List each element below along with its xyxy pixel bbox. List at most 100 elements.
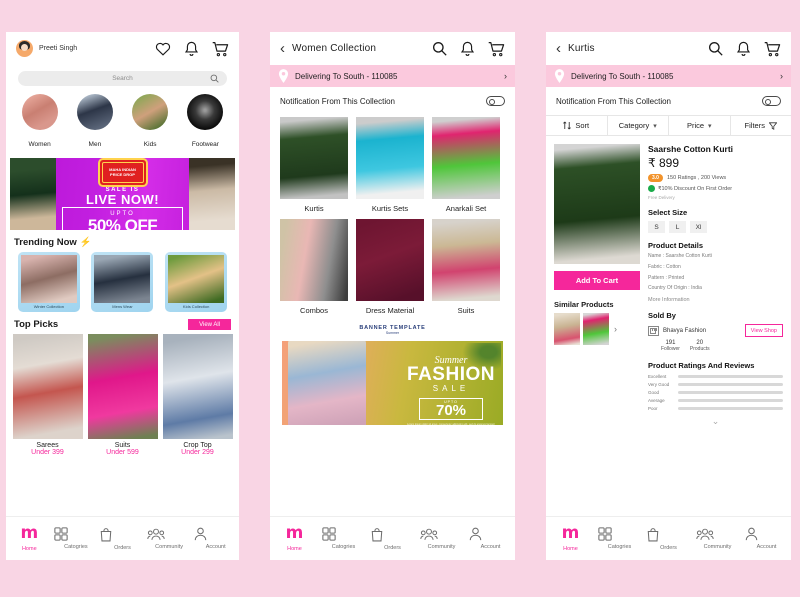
back-icon[interactable]: ‹ — [280, 41, 292, 56]
back-icon[interactable]: ‹ — [556, 41, 568, 56]
rating-track — [678, 391, 783, 394]
product-image — [162, 334, 233, 439]
rating-row-very-good: Very Good — [648, 382, 783, 387]
section-title-top-picks: Top Picks — [14, 319, 59, 330]
category-label: Footwear — [191, 141, 219, 148]
nav-item-community[interactable]: Community — [147, 528, 191, 550]
rating-row-excellent: Excellent — [648, 374, 783, 379]
chevron-down-icon[interactable]: ⌄ — [648, 416, 783, 427]
search-icon[interactable] — [708, 41, 723, 56]
product-card[interactable]: Sarees Under 399 — [12, 334, 83, 456]
bell-icon[interactable] — [460, 40, 475, 57]
cart-icon[interactable] — [764, 41, 781, 57]
collection-item-suits[interactable]: Suits — [432, 219, 500, 315]
nav-item-home[interactable]: m Home — [273, 525, 317, 553]
notification-label: Notification From This Collection — [280, 96, 396, 106]
category-item-footwear[interactable]: Footwear — [182, 94, 228, 151]
trending-image — [168, 255, 225, 303]
product-detail-fabric: Fabric : Cotton — [648, 263, 681, 270]
product-card[interactable]: Suits Under 599 — [87, 334, 158, 456]
nav-item-account[interactable]: Account — [745, 527, 789, 550]
size-option-s[interactable]: S — [648, 221, 665, 233]
view-shop-button[interactable]: View Shop — [744, 324, 783, 337]
price-dropdown[interactable]: Price ▾ — [669, 116, 731, 135]
category-image — [187, 94, 224, 130]
cart-icon[interactable] — [212, 41, 229, 57]
category-item-kids[interactable]: Kids — [127, 94, 173, 151]
size-options: S L Xl — [648, 221, 783, 233]
screens-container: Preeti Singh Search Women Men Kids Footw… — [0, 0, 800, 597]
similar-product-thumb[interactable] — [583, 313, 609, 345]
delivery-bar[interactable]: Delivering To South - 110085 › — [546, 65, 791, 87]
nav-item-categories[interactable]: Catogries — [54, 527, 98, 550]
collection-item-combos[interactable]: Combos — [280, 219, 348, 315]
banner-offer-box: UPTO 70% — [419, 398, 483, 421]
category-item-men[interactable]: Men — [72, 94, 118, 151]
banner-line3: SALE — [432, 384, 470, 394]
nav-item-community[interactable]: Community — [419, 528, 464, 550]
delivery-bar[interactable]: Delivering To South - 110085 › — [270, 65, 515, 87]
product-main-image[interactable] — [554, 144, 640, 264]
search-input[interactable]: Search — [18, 71, 227, 86]
nav-label: Home — [287, 546, 302, 552]
add-to-cart-button[interactable]: Add To Cart — [554, 271, 640, 290]
nav-item-account[interactable]: Account — [469, 527, 513, 550]
collection-image — [280, 117, 348, 199]
bottom-nav: m Home Catogries Orders Community Accoun… — [546, 516, 791, 560]
toggle-knob — [764, 98, 771, 105]
trending-card[interactable]: Winter Collection — [17, 252, 80, 312]
nav-item-account[interactable]: Account — [194, 527, 238, 550]
product-card[interactable]: Crop Top Under 299 — [162, 334, 233, 456]
rating-row-good: Good — [648, 390, 783, 395]
collection-image — [356, 219, 424, 301]
nav-item-home[interactable]: m Home — [7, 525, 51, 553]
lightning-icon: ⚡ — [79, 237, 92, 248]
size-option-l[interactable]: L — [669, 221, 686, 233]
collection-item-kurtis-sets[interactable]: Kurtis Sets — [356, 117, 424, 213]
summer-sale-banner[interactable]: Summer FASHION SALE UPTO 70% Lorem ipsum… — [280, 339, 505, 427]
similar-product-thumb[interactable] — [554, 313, 580, 345]
cart-icon[interactable] — [488, 41, 505, 57]
search-placeholder: Search — [112, 75, 133, 82]
bell-icon[interactable] — [736, 40, 751, 57]
rating-label: Excellent — [648, 374, 667, 379]
nav-item-orders[interactable]: Orders — [371, 527, 415, 551]
category-image — [132, 94, 169, 130]
hero-banner[interactable]: MAHA INDIAN PRICE DROP SALE IS LIVE NOW!… — [10, 158, 235, 230]
collection-item-kurtis[interactable]: Kurtis — [280, 117, 348, 213]
view-all-button[interactable]: View All — [188, 319, 231, 330]
chevron-right-icon[interactable]: › — [780, 71, 783, 81]
notification-toggle[interactable] — [762, 96, 781, 106]
size-option-xl[interactable]: Xl — [690, 221, 707, 233]
chevron-right-icon[interactable]: › — [614, 324, 617, 334]
nav-item-categories[interactable]: Catogries — [597, 527, 642, 550]
filters-button[interactable]: Filters — [731, 116, 792, 135]
search-icon[interactable] — [432, 41, 447, 56]
chevron-right-icon[interactable]: › — [504, 71, 507, 81]
product-title: Saarshe Cotton Kurti — [648, 144, 734, 154]
nav-item-orders[interactable]: Orders — [100, 527, 144, 551]
collection-label: Dress Material — [365, 306, 415, 315]
banner-line2: FASHION — [407, 364, 495, 385]
bottom-nav: m Home Catogries Orders Community Accoun… — [6, 516, 239, 560]
category-dropdown[interactable]: Category ▾ — [608, 116, 669, 135]
user-profile[interactable]: Preeti Singh — [16, 40, 142, 57]
search-icon[interactable] — [210, 74, 219, 83]
nav-item-home[interactable]: m Home — [549, 525, 593, 553]
rating-label: Average — [648, 398, 665, 403]
trending-card[interactable]: Kids Collection — [165, 252, 228, 312]
bell-icon[interactable] — [184, 40, 199, 57]
nav-item-community[interactable]: Community — [695, 528, 740, 550]
nav-item-categories[interactable]: Catogries — [321, 527, 366, 550]
heart-icon[interactable] — [155, 41, 171, 56]
notification-toggle[interactable] — [486, 96, 505, 106]
category-item-women[interactable]: Women — [17, 94, 63, 151]
collection-item-dress-material[interactable]: Dress Material — [356, 219, 424, 315]
sort-button[interactable]: Sort — [546, 116, 608, 135]
trending-card[interactable]: Mens Wear — [91, 252, 154, 312]
nav-item-orders[interactable]: Orders — [647, 527, 691, 551]
more-information-link[interactable]: More Information — [648, 297, 783, 303]
similar-products-list: › — [554, 313, 640, 345]
top-picks-list: Sarees Under 399 Suits Under 599 Crop To… — [6, 334, 239, 456]
collection-item-anarkali-set[interactable]: Anarkali Set — [432, 117, 500, 213]
